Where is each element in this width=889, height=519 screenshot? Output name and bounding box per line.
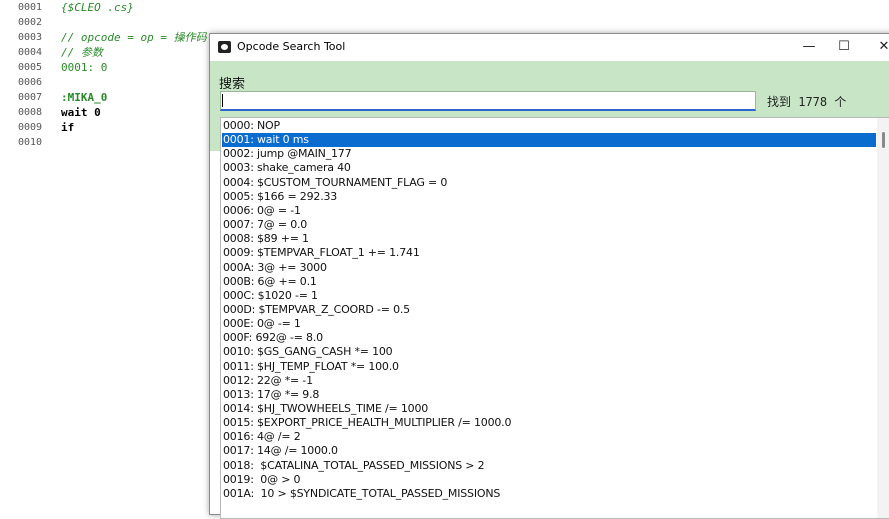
list-scrollbar[interactable] xyxy=(877,118,889,518)
line-code: if xyxy=(61,121,75,134)
result-item[interactable]: 0008: $89 += 1 xyxy=(222,232,309,246)
line-code: wait 0 xyxy=(61,106,101,119)
line-code: // opcode = op = 操作码 xyxy=(61,31,207,44)
opcode-search-dialog: Opcode Search Tool — ☐ ✕ 搜索 找到 1778 个 00… xyxy=(209,33,889,519)
line-number: 0010 xyxy=(18,137,43,148)
result-item[interactable]: 000A: 3@ += 3000 xyxy=(222,261,327,275)
result-count: 找到 1778 个 xyxy=(767,95,847,109)
minimize-button[interactable]: — xyxy=(795,37,823,57)
result-item[interactable]: 0009: $TEMPVAR_FLOAT_1 += 1.741 xyxy=(222,246,420,260)
line-number: 0009 xyxy=(18,122,43,133)
result-item[interactable]: 0011: $HJ_TEMP_FLOAT *= 100.0 xyxy=(222,360,399,374)
result-item[interactable]: 001A: 10 > $SYNDICATE_TOTAL_PASSED_MISSI… xyxy=(222,487,500,501)
result-item[interactable]: 0019: 0@ > 0 xyxy=(222,473,301,487)
line-number: 0003 xyxy=(18,32,43,43)
text-caret xyxy=(222,94,223,107)
line-number: 0008 xyxy=(18,107,43,118)
result-item[interactable]: 000B: 6@ += 0.1 xyxy=(222,275,317,289)
result-item[interactable]: 000D: $TEMPVAR_Z_COORD -= 0.5 xyxy=(222,303,410,317)
result-item[interactable]: 0005: $166 = 292.33 xyxy=(222,190,337,204)
result-item[interactable]: 000C: $1020 -= 1 xyxy=(222,289,318,303)
result-item[interactable]: 000E: 0@ -= 1 xyxy=(222,317,301,331)
result-item[interactable]: 0002: jump @MAIN_177 xyxy=(222,147,352,161)
close-button[interactable]: ✕ xyxy=(870,37,889,57)
results-list[interactable]: 0000: NOP 0001: wait 0 ms 0002: jump @MAIN… xyxy=(220,117,889,519)
line-code: {$CLEO .cs} xyxy=(61,1,134,14)
search-input[interactable] xyxy=(220,91,756,111)
result-item[interactable]: 0010: $GS_GANG_CASH *= 100 xyxy=(222,345,393,359)
maximize-button[interactable]: ☐ xyxy=(830,37,858,57)
result-item[interactable]: 0000: NOP xyxy=(222,119,280,133)
result-item[interactable]: 0015: $EXPORT_PRICE_HEALTH_MULTIPLIER /=… xyxy=(222,416,511,430)
result-item[interactable]: 0003: shake_camera 40 xyxy=(222,161,351,175)
result-item[interactable]: 0013: 17@ *= 9.8 xyxy=(222,388,319,402)
line-code: // 参数 xyxy=(61,46,103,59)
result-item[interactable]: 0007: 7@ = 0.0 xyxy=(222,218,307,232)
result-item[interactable]: 0006: 0@ = -1 xyxy=(222,204,301,218)
window-title: Opcode Search Tool xyxy=(237,40,346,53)
result-item[interactable]: 0018: $CATALINA_TOTAL_PASSED_MISSIONS > … xyxy=(222,459,485,473)
result-item[interactable]: 0014: $HJ_TWOWHEELS_TIME /= 1000 xyxy=(222,402,428,416)
selected-result-item[interactable]: 0001: wait 0 ms xyxy=(222,133,876,148)
line-number: 0006 xyxy=(18,77,43,88)
result-item[interactable]: 0017: 14@ /= 1000.0 xyxy=(222,444,338,458)
line-number: 0002 xyxy=(18,17,43,28)
line-number: 0001 xyxy=(18,2,43,13)
line-number: 0007 xyxy=(18,92,43,103)
line-code: :MIKA_0 xyxy=(61,91,108,104)
result-item[interactable]: 000F: 692@ -= 8.0 xyxy=(222,331,323,345)
search-label: 搜索 xyxy=(219,77,246,92)
app-icon xyxy=(218,41,231,53)
result-item[interactable]: 0012: 22@ *= -1 xyxy=(222,374,313,388)
line-number: 0004 xyxy=(18,47,43,58)
result-item[interactable]: 0016: 4@ /= 2 xyxy=(222,430,301,444)
scrollbar-thumb[interactable] xyxy=(882,132,885,148)
result-item[interactable]: 0004: $CUSTOM_TOURNAMENT_FLAG = 0 xyxy=(222,176,447,190)
title-bar[interactable]: Opcode Search Tool — ☐ ✕ xyxy=(210,34,889,61)
line-number: 0005 xyxy=(18,62,43,73)
line-code: 0001: 0 xyxy=(61,61,108,74)
